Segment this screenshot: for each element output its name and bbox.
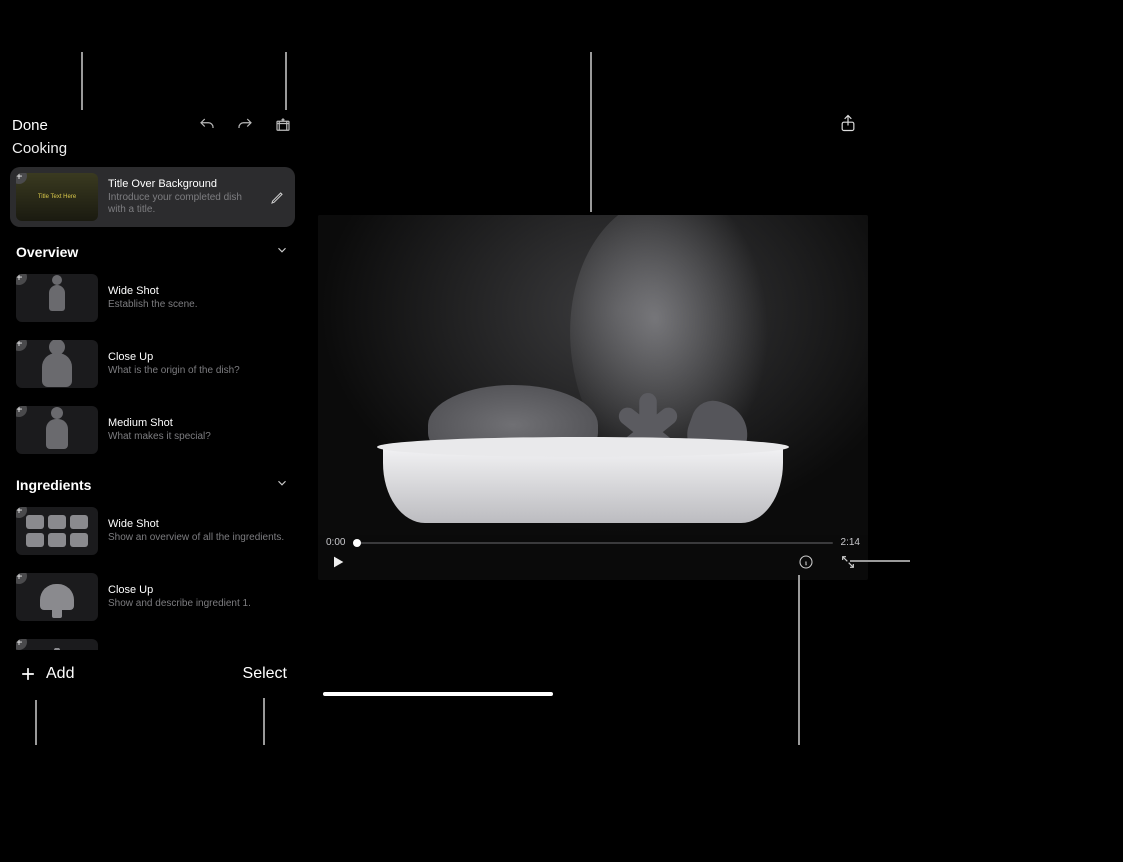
- share-button[interactable]: [838, 112, 858, 139]
- undo-button[interactable]: [197, 115, 217, 135]
- shot-desc: Introduce your completed dish with a tit…: [108, 192, 257, 216]
- silhouette-icon: [49, 285, 65, 311]
- sidebar: Done Cooking + Title Text Here: [0, 0, 305, 700]
- home-indicator: [323, 692, 553, 696]
- shot-ingredients-closeup2[interactable]: + Close Up Show and describe ingredient …: [10, 633, 295, 650]
- ingredient-icon: [42, 648, 72, 650]
- current-time: 0:00: [326, 537, 345, 548]
- shot-desc: Show and describe ingredient 1.: [108, 598, 289, 610]
- shot-thumbnail: +: [16, 573, 98, 621]
- callout-line: [590, 52, 592, 212]
- add-clip-icon[interactable]: +: [16, 340, 27, 351]
- storyboard-button[interactable]: [273, 115, 293, 135]
- add-clip-icon[interactable]: +: [16, 173, 27, 184]
- edit-icon[interactable]: [267, 189, 289, 205]
- done-button[interactable]: Done: [12, 117, 48, 134]
- shot-thumbnail: +: [16, 507, 98, 555]
- shot-title: Wide Shot: [108, 285, 289, 297]
- shot-title-over-background[interactable]: + Title Text Here Title Over Background …: [10, 167, 295, 227]
- add-label: Add: [46, 665, 74, 683]
- ingredients-icon: [22, 511, 92, 551]
- sidebar-footer: Add Select: [0, 650, 305, 700]
- fullscreen-button[interactable]: [840, 554, 856, 575]
- redo-button[interactable]: [235, 115, 255, 135]
- shot-ingredients-wide[interactable]: + Wide Shot Show an overview of all the …: [10, 501, 295, 561]
- callout-line: [263, 698, 265, 745]
- shot-thumbnail: +: [16, 340, 98, 388]
- video-viewer: 0:00 2:14: [318, 215, 868, 580]
- shot-desc: Show an overview of all the ingredients.: [108, 532, 289, 544]
- video-frame[interactable]: [318, 215, 868, 535]
- thumb-text: Title Text Here: [38, 194, 76, 200]
- callout-line: [35, 700, 37, 745]
- shot-title: Wide Shot: [108, 518, 289, 530]
- shot-desc: What is the origin of the dish?: [108, 365, 289, 377]
- bowl-graphic: [383, 447, 783, 523]
- shot-thumbnail: +: [16, 406, 98, 454]
- shot-title: Close Up: [108, 351, 289, 363]
- silhouette-icon: [42, 353, 72, 387]
- preview-area: 0:00 2:14: [305, 0, 1123, 700]
- duration: 2:14: [841, 537, 860, 548]
- play-button[interactable]: [330, 554, 346, 575]
- chevron-down-icon: [275, 243, 289, 260]
- shot-overview-closeup[interactable]: + Close Up What is the origin of the dis…: [10, 334, 295, 394]
- sidebar-top-icons: [197, 115, 293, 135]
- shot-title: Close Up: [108, 584, 289, 596]
- callout-line: [798, 575, 800, 745]
- add-button[interactable]: Add: [18, 664, 74, 684]
- add-clip-icon[interactable]: +: [16, 274, 27, 285]
- shot-desc: What makes it special?: [108, 431, 289, 443]
- player-controls: [318, 550, 868, 580]
- chevron-down-icon: [275, 476, 289, 493]
- app-window: Done Cooking + Title Text Here: [0, 0, 1123, 700]
- info-button[interactable]: [798, 554, 814, 575]
- ingredient-icon: [40, 584, 74, 610]
- add-clip-icon[interactable]: +: [16, 406, 27, 417]
- shot-list: + Title Text Here Title Over Background …: [0, 167, 305, 650]
- section-name: Ingredients: [16, 477, 91, 493]
- time-bar: 0:00 2:14: [318, 535, 868, 550]
- select-button[interactable]: Select: [243, 665, 287, 683]
- shot-overview-wide[interactable]: + Wide Shot Establish the scene.: [10, 268, 295, 328]
- shot-thumbnail: +: [16, 639, 98, 650]
- scrubber[interactable]: [353, 542, 832, 544]
- section-header-ingredients[interactable]: Ingredients: [10, 466, 295, 501]
- section-name: Overview: [16, 244, 78, 260]
- shot-overview-medium[interactable]: + Medium Shot What makes it special?: [10, 400, 295, 460]
- add-clip-icon[interactable]: +: [16, 573, 27, 584]
- shot-title: Title Over Background: [108, 178, 257, 190]
- callout-line: [850, 560, 910, 562]
- callout-line: [81, 52, 83, 110]
- shot-thumbnail: + Title Text Here: [16, 173, 98, 221]
- shot-title: Medium Shot: [108, 417, 289, 429]
- section-header-overview[interactable]: Overview: [10, 233, 295, 268]
- shot-thumbnail: +: [16, 274, 98, 322]
- add-clip-icon[interactable]: +: [16, 639, 27, 650]
- shot-ingredients-closeup1[interactable]: + Close Up Show and describe ingredient …: [10, 567, 295, 627]
- sidebar-topbar: Done: [0, 106, 305, 136]
- playhead[interactable]: [353, 539, 361, 547]
- silhouette-icon: [46, 419, 68, 449]
- shot-desc: Establish the scene.: [108, 299, 289, 311]
- project-title: Cooking: [0, 136, 305, 167]
- callout-line: [285, 52, 287, 110]
